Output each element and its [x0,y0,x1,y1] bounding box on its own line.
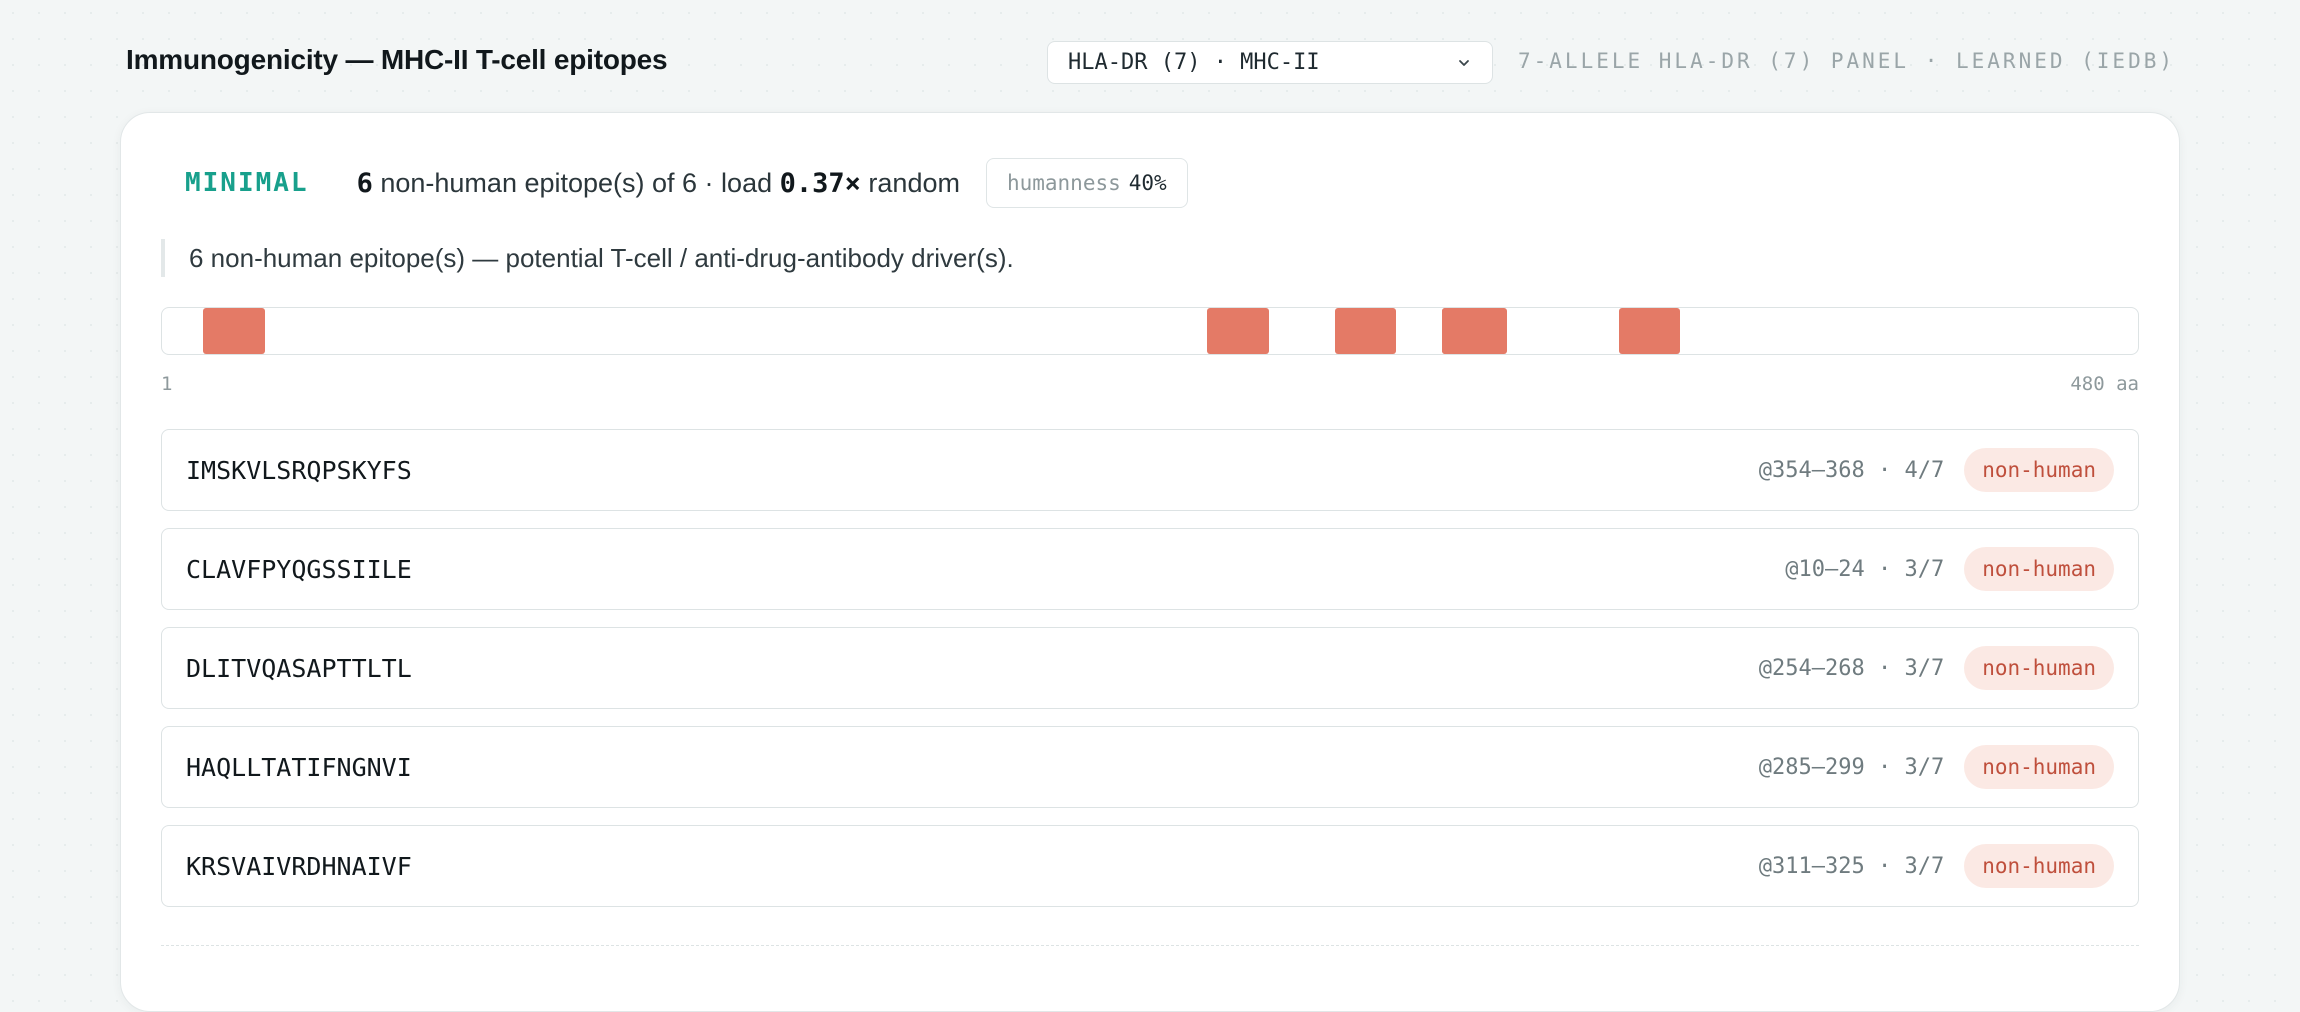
immunogenicity-card: MINIMAL 6 non-human epitope(s) of 6 · lo… [120,112,2180,1012]
humanness-badge: humanness 40% [985,158,1188,208]
track-end-label: 480 aa [2070,373,2139,395]
epitope-sequence: DLITVQASAPTTLTL [186,653,412,683]
chevron-down-icon [1459,60,1469,66]
epitope-block[interactable] [1334,308,1397,354]
non-human-badge: non-human [1964,646,2114,690]
epitope-note: 6 non-human epitope(s) — potential T-cel… [161,239,1014,277]
hla-panel-select-value: HLA-DR (7) · MHC-II [1068,50,1320,75]
top-bar: Immunogenicity — MHC-II T-cell epitopes … [0,0,2300,112]
epitope-row[interactable]: DLITVQASAPTTLTL @254–268 · 3/7 non-human [161,627,2139,709]
summary-text: 6 non-human epitope(s) of 6 · load 0.37×… [357,168,960,199]
epitope-position-meta: @354–368 · 4/7 [1758,457,1945,483]
epitope-position-meta: @254–268 · 3/7 [1758,655,1945,681]
epitope-block[interactable] [1441,308,1508,354]
epitope-block[interactable] [203,308,265,354]
epitope-block[interactable] [1207,308,1269,354]
verdict-label: MINIMAL [185,168,309,198]
non-human-badge: non-human [1964,547,2114,591]
epitope-sequence: CLAVFPYQGSSIILE [186,554,412,584]
hla-panel-select[interactable]: HLA-DR (7) · MHC-II [1047,41,1493,84]
summary-row: MINIMAL 6 non-human epitope(s) of 6 · lo… [185,157,1188,209]
epitope-row[interactable]: CLAVFPYQGSSIILE @10–24 · 3/7 non-human [161,528,2139,610]
non-human-badge: non-human [1964,844,2114,888]
epitope-position-track [161,307,2139,355]
non-human-badge: non-human [1964,745,2114,789]
summary-text-a: non-human epitope(s) of 6 · load [380,167,773,198]
epitope-row[interactable]: KRSVAIVRDHNAIVF @311–325 · 3/7 non-human [161,825,2139,907]
humanness-label: humanness [1006,171,1121,195]
epitope-position-meta: @311–325 · 3/7 [1758,853,1945,879]
humanness-value: 40% [1128,171,1167,195]
summary-text-b: random [868,167,960,198]
epitope-row[interactable]: IMSKVLSRQPSKYFS @354–368 · 4/7 non-human [161,429,2139,511]
load-value: 0.37× [779,167,861,199]
track-start-label: 1 [161,373,173,395]
epitope-count: 6 [356,167,373,199]
epitope-position-meta: @285–299 · 3/7 [1758,754,1945,780]
epitope-sequence: IMSKVLSRQPSKYFS [186,455,412,485]
epitope-list: IMSKVLSRQPSKYFS @354–368 · 4/7 non-human CL… [161,429,2139,924]
section-divider [161,945,2139,946]
epitope-row[interactable]: HAQLLTATIFNGNVI @285–299 · 3/7 non-human [161,726,2139,808]
epitope-position-meta: @10–24 · 3/7 [1785,556,1945,582]
page-title: Immunogenicity — MHC-II T-cell epitopes [126,44,668,75]
panel-caption: 7-ALLELE HLA-DR (7) PANEL · LEARNED (IED… [1518,49,2176,73]
epitope-sequence: KRSVAIVRDHNAIVF [186,851,412,881]
epitope-sequence: HAQLLTATIFNGNVI [186,752,412,782]
epitope-block[interactable] [1618,308,1681,354]
non-human-badge: non-human [1964,448,2114,492]
